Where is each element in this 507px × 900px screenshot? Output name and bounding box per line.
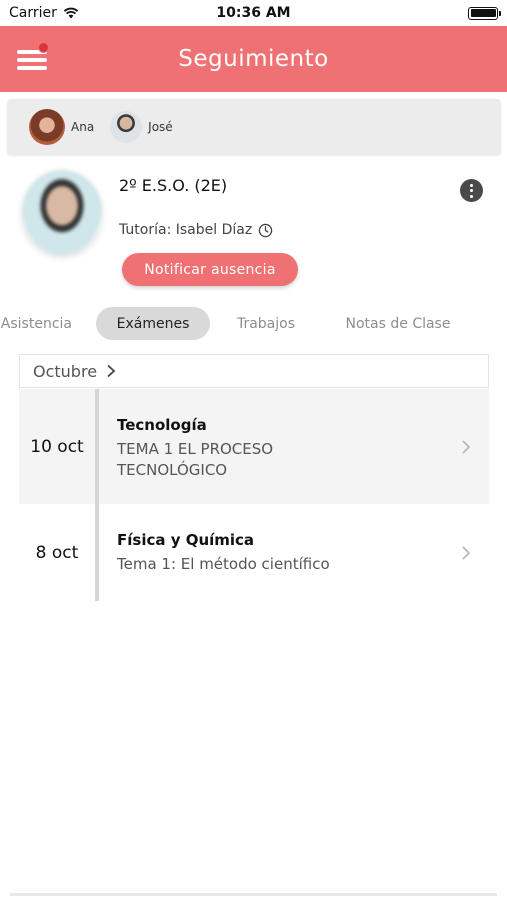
chevron-right-icon: [107, 364, 116, 378]
exam-date: 8 oct: [35, 542, 79, 563]
bottom-divider: [10, 893, 497, 896]
chevron-right-icon: [462, 439, 471, 454]
tab-notas-de-clase[interactable]: Notas de Clase: [338, 307, 458, 340]
month-selector[interactable]: Octubre: [19, 354, 489, 388]
profile-photo: [22, 170, 102, 255]
exam-topic: TEMA 1 EL PROCESO TECNOLÓGICO: [117, 440, 274, 479]
status-bar: Carrier 10:36 AM: [0, 0, 507, 26]
avatar: [29, 109, 65, 145]
notification-dot: [38, 42, 49, 53]
exam-subject: Física y Química: [117, 531, 255, 549]
class-name: 2º E.S.O. (2E): [119, 176, 228, 195]
page-title: Seguimiento: [178, 46, 329, 72]
exam-body: Física y Química Tema 1: El método cient…: [99, 504, 489, 601]
tab-examenes[interactable]: Exámenes: [96, 307, 210, 340]
tutor-line: Tutoría: Isabel Díaz: [119, 222, 273, 238]
clock-icon[interactable]: [258, 223, 273, 238]
student-name: Ana: [71, 120, 95, 134]
tab-asistencia[interactable]: Asistencia: [0, 307, 72, 340]
tutor-label: Tutoría: Isabel Díaz: [119, 222, 253, 238]
exam-body: Tecnología TEMA 1 EL PROCESO TECNOLÓGICO: [99, 389, 489, 504]
student-name: José: [148, 120, 173, 134]
exam-row[interactable]: 10 oct Tecnología TEMA 1 EL PROCESO TECN…: [19, 389, 489, 504]
app-header: Seguimiento: [0, 26, 507, 92]
notify-absence-button[interactable]: Notificar ausencia: [122, 253, 298, 286]
tab-trabajos[interactable]: Trabajos: [230, 307, 302, 340]
exam-list: 10 oct Tecnología TEMA 1 EL PROCESO TECN…: [19, 389, 489, 601]
student-chip-jose[interactable]: José: [110, 111, 173, 143]
avatar: [110, 111, 143, 143]
exam-row[interactable]: 8 oct Física y Química Tema 1: El método…: [19, 504, 489, 601]
menu-icon[interactable]: [15, 42, 49, 76]
chevron-right-icon: [462, 545, 471, 560]
carrier-label: Carrier: [9, 5, 57, 21]
student-selector: Ana José: [7, 99, 501, 155]
exam-date: 10 oct: [30, 436, 84, 457]
more-options-icon[interactable]: [460, 179, 483, 202]
exam-subject: Tecnología: [117, 416, 207, 434]
tab-bar: Asistencia Exámenes Trabajos Notas de Cl…: [0, 307, 507, 341]
battery-icon: [468, 6, 501, 20]
status-left: Carrier: [9, 5, 79, 21]
month-label: Octubre: [33, 361, 98, 381]
wifi-icon: [63, 7, 79, 19]
student-chip-ana[interactable]: Ana: [29, 109, 94, 145]
exam-topic: Tema 1: El método científico: [117, 555, 330, 573]
